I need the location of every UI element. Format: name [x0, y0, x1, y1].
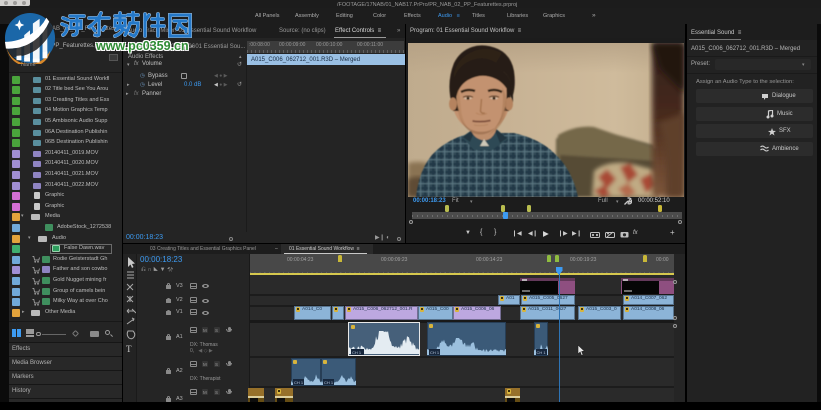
svg-text:T: T [126, 344, 132, 354]
